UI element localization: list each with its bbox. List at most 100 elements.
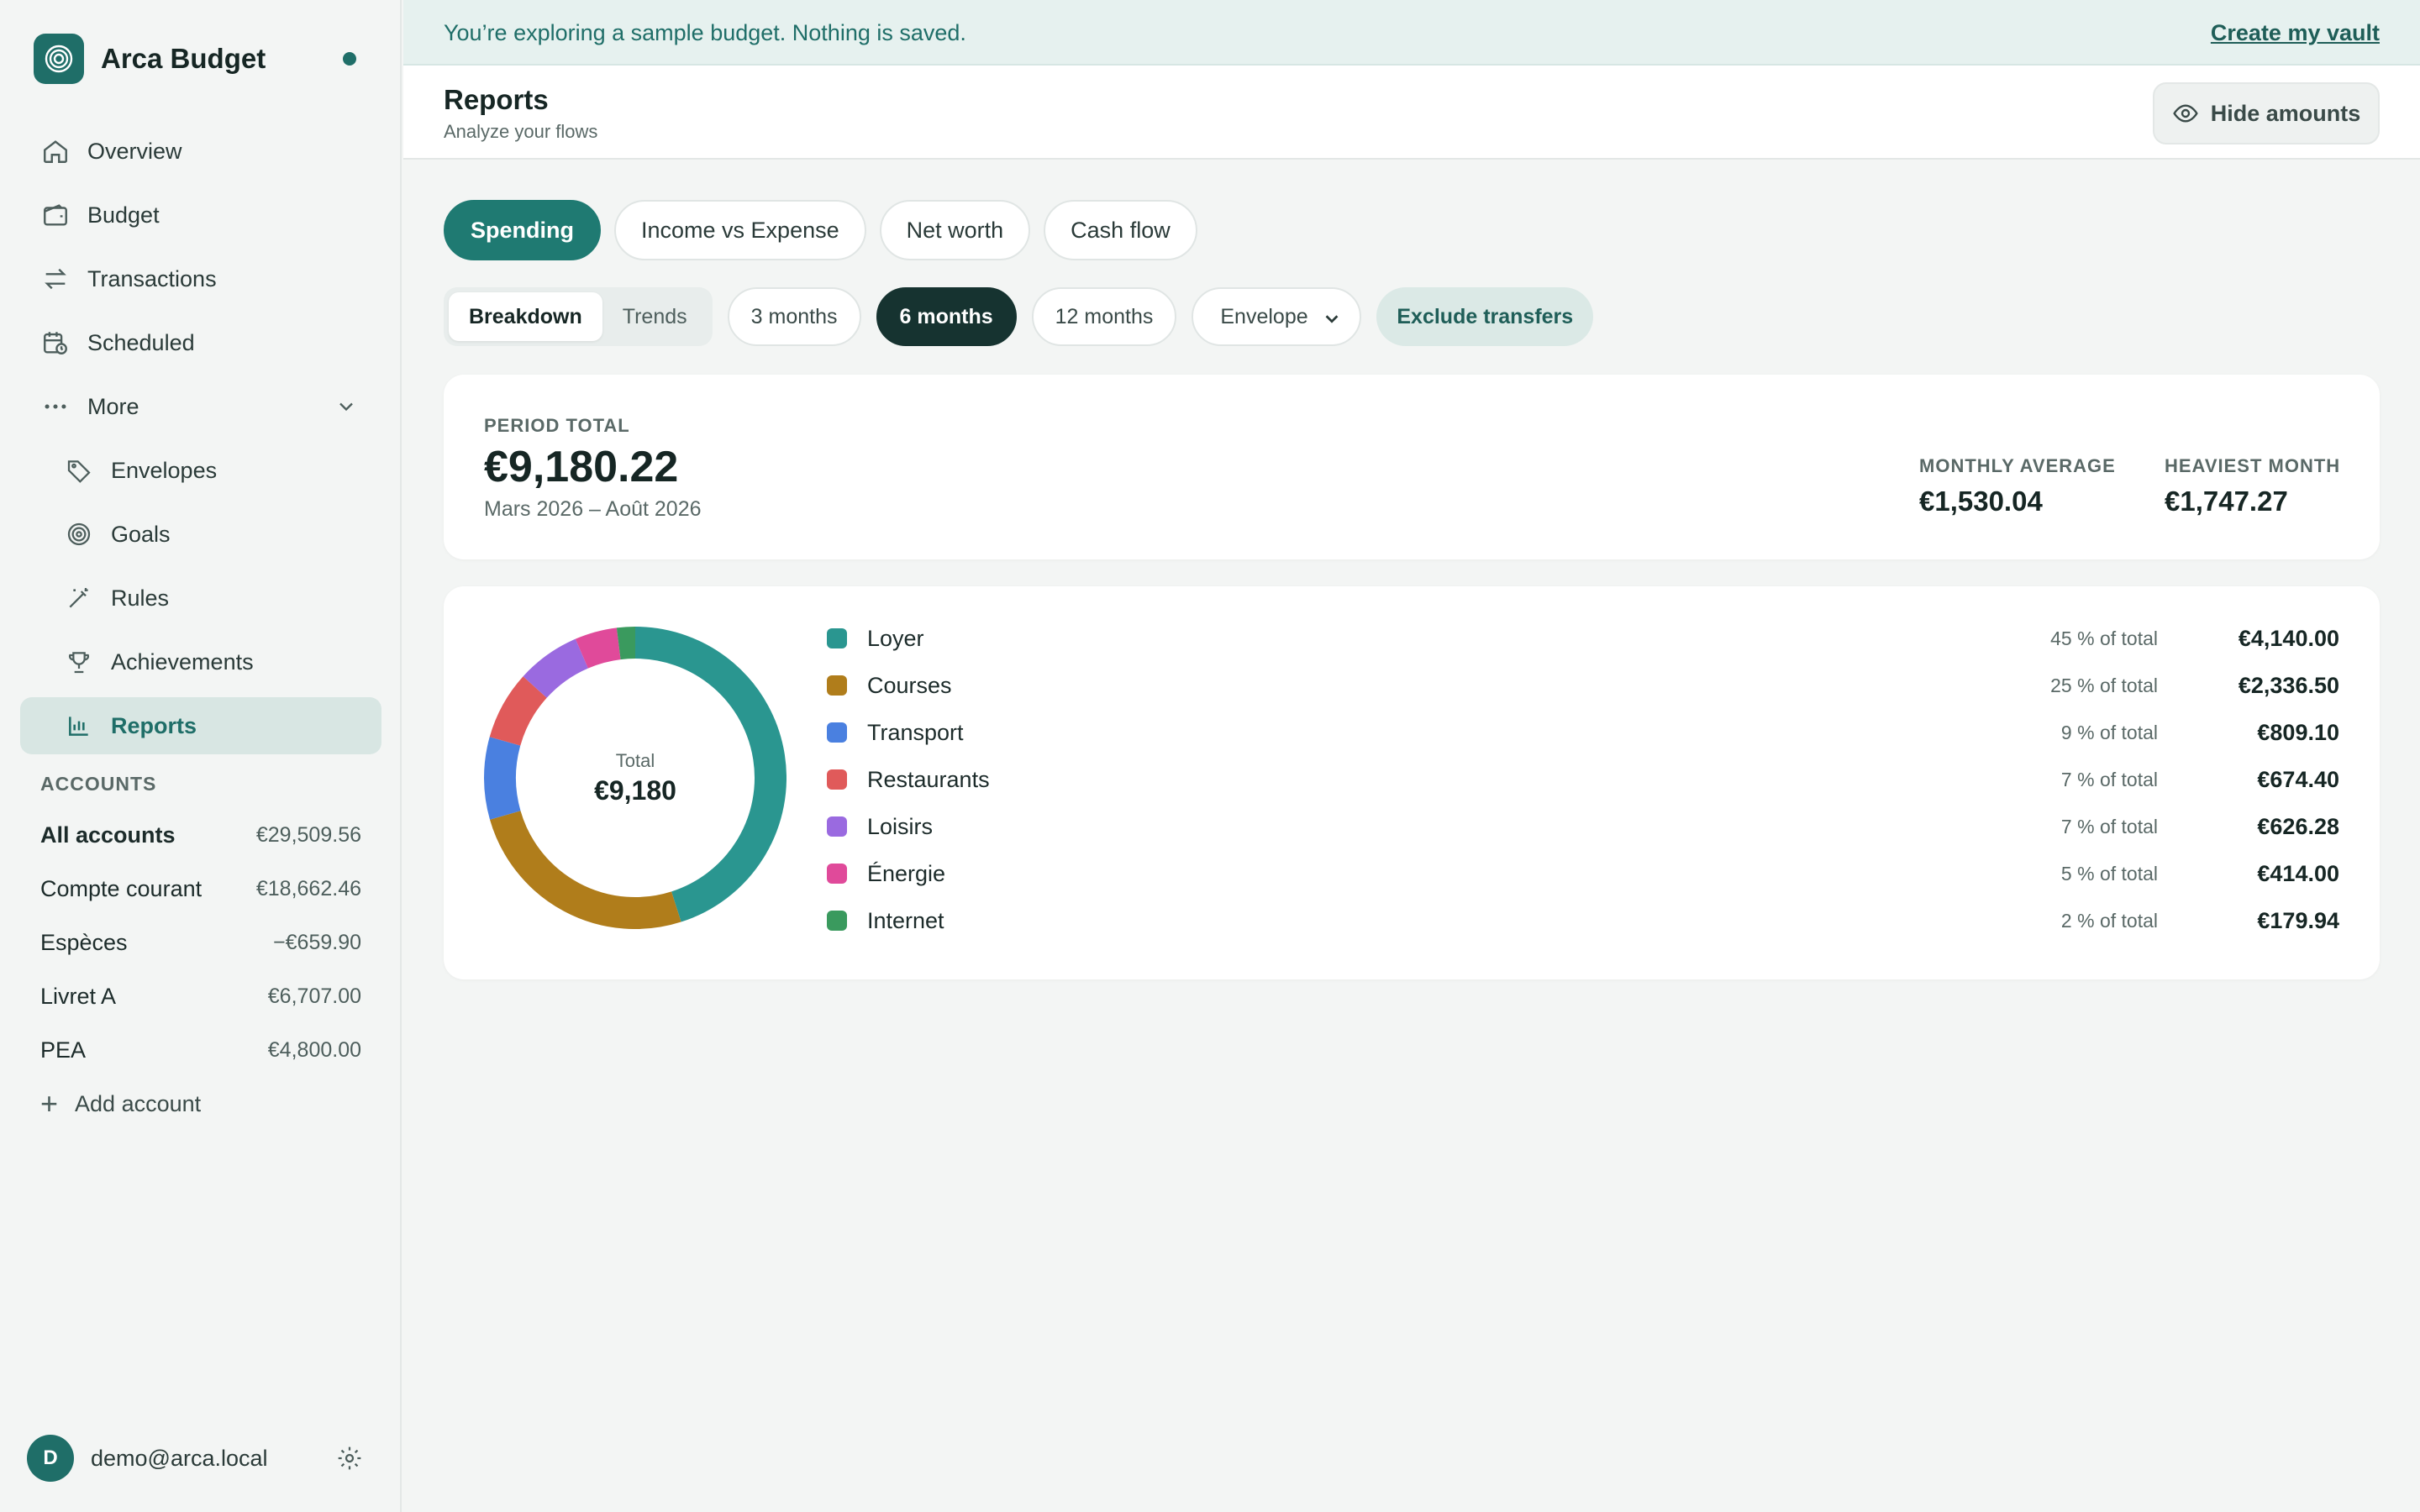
hide-amounts-button[interactable]: Hide amounts xyxy=(2153,82,2380,144)
sidebar-item-label: Transactions xyxy=(87,265,217,291)
add-account-label: Add account xyxy=(75,1090,202,1116)
range-12-months[interactable]: 12 months xyxy=(1031,287,1177,346)
legend-percent: 5 % of total xyxy=(2060,862,2158,885)
more-dots-icon xyxy=(40,391,71,422)
account-name: Espèces xyxy=(40,929,128,955)
tab-net-worth[interactable]: Net worth xyxy=(879,200,1031,260)
period-range: Mars 2026 – Août 2026 xyxy=(484,497,702,521)
range-6-months[interactable]: 6 months xyxy=(876,287,1017,346)
account-name: Livret A xyxy=(40,983,117,1009)
hide-amounts-label: Hide amounts xyxy=(2210,100,2361,126)
donut-center-label: Total xyxy=(615,749,655,771)
legend-swatch xyxy=(827,816,847,837)
legend-name: Courses xyxy=(867,672,952,698)
legend-amount: €179.94 xyxy=(2257,907,2339,933)
sidebar-item-budget[interactable]: Budget xyxy=(20,186,381,244)
accounts-list: All accounts €29,509.56 Compte courant €… xyxy=(40,808,361,1131)
view-toggle: Breakdown Trends xyxy=(444,287,713,346)
legend-amount: €4,140.00 xyxy=(2238,625,2339,651)
legend-percent: 2 % of total xyxy=(2060,909,2158,932)
sidebar-item-label: Goals xyxy=(111,521,171,547)
account-row[interactable]: PEA €4,800.00 xyxy=(40,1023,361,1077)
sidebar-item-label: More xyxy=(87,393,139,419)
app-name: Arca Budget xyxy=(101,43,266,74)
sidebar-nav: Overview Budget Transactions Scheduled M… xyxy=(20,123,381,761)
create-vault-link[interactable]: Create my vault xyxy=(2211,20,2380,46)
gear-icon[interactable] xyxy=(336,1445,363,1472)
legend-row[interactable]: Transport 9 % of total €809.10 xyxy=(827,709,2339,756)
sidebar-item-goals[interactable]: Goals xyxy=(20,506,381,563)
view-breakdown-button[interactable]: Breakdown xyxy=(449,292,602,341)
legend-swatch xyxy=(827,769,847,790)
legend-amount: €2,336.50 xyxy=(2238,672,2339,698)
account-name: Compte courant xyxy=(40,875,203,901)
app-logo-icon xyxy=(34,34,84,84)
view-trends-button[interactable]: Trends xyxy=(602,292,708,341)
legend-swatch xyxy=(827,628,847,648)
calendar-clock-icon xyxy=(40,328,71,358)
legend-amount: €414.00 xyxy=(2257,860,2339,886)
account-row[interactable]: Compte courant €18,662.46 xyxy=(40,862,361,916)
plus-icon: + xyxy=(40,1086,59,1121)
home-icon xyxy=(40,136,71,166)
heaviest-month-block: HEAVIEST MONTH €1,747.27 xyxy=(2165,455,2340,517)
tab-spending[interactable]: Spending xyxy=(444,200,601,260)
legend-amount: €809.10 xyxy=(2257,719,2339,745)
legend-row[interactable]: Loyer 45 % of total €4,140.00 xyxy=(827,615,2339,662)
sidebar-item-envelopes[interactable]: Envelopes xyxy=(20,442,381,499)
sidebar-item-label: Envelopes xyxy=(111,457,218,483)
account-balance: €4,800.00 xyxy=(267,1037,361,1062)
legend-name: Énergie xyxy=(867,860,946,886)
legend-row[interactable]: Internet 2 % of total €179.94 xyxy=(827,897,2339,944)
eye-icon xyxy=(2172,100,2199,127)
user-email: demo@arca.local xyxy=(91,1445,268,1471)
account-row-all[interactable]: All accounts €29,509.56 xyxy=(40,808,361,862)
legend-swatch xyxy=(827,911,847,931)
heaviest-month-value: €1,747.27 xyxy=(2165,486,2288,517)
chevron-down-icon xyxy=(1323,309,1341,328)
monthly-average-label: MONTHLY AVERAGE xyxy=(1919,455,2116,476)
period-total-value: €9,180.22 xyxy=(484,443,679,491)
add-account-button[interactable]: + Add account xyxy=(40,1077,361,1131)
sidebar-item-reports[interactable]: Reports xyxy=(20,697,381,754)
legend-row[interactable]: Loisirs 7 % of total €626.28 xyxy=(827,803,2339,850)
sidebar-item-scheduled[interactable]: Scheduled xyxy=(20,314,381,371)
avatar: D xyxy=(27,1435,74,1482)
donut-center: Total €9,180 xyxy=(484,627,786,929)
legend-name: Loyer xyxy=(867,625,924,651)
bar-chart-icon xyxy=(64,711,94,741)
legend-percent: 7 % of total xyxy=(2060,768,2158,790)
legend-row[interactable]: Courses 25 % of total €2,336.50 xyxy=(827,662,2339,709)
legend-name: Transport xyxy=(867,719,964,745)
target-icon xyxy=(64,519,94,549)
sidebar-item-transactions[interactable]: Transactions xyxy=(20,250,381,307)
account-row[interactable]: Espèces −€659.90 xyxy=(40,916,361,969)
account-row[interactable]: Livret A €6,707.00 xyxy=(40,969,361,1023)
legend-name: Loisirs xyxy=(867,813,934,839)
period-total-label: PERIOD TOTAL xyxy=(484,415,630,436)
monthly-average-value: €1,530.04 xyxy=(1919,486,2043,517)
sidebar-item-rules[interactable]: Rules xyxy=(20,570,381,627)
sidebar-item-overview[interactable]: Overview xyxy=(20,123,381,180)
user-profile[interactable]: D demo@arca.local xyxy=(27,1435,363,1482)
legend-swatch xyxy=(827,864,847,884)
monthly-average-block: MONTHLY AVERAGE €1,530.04 xyxy=(1919,455,2116,517)
tab-cash-flow[interactable]: Cash flow xyxy=(1044,200,1197,260)
range-3-months[interactable]: 3 months xyxy=(727,287,861,346)
sidebar-item-more[interactable]: More xyxy=(20,378,381,435)
page-header: Reports Analyze your flows Hide amounts xyxy=(403,66,2420,160)
exclude-transfers-toggle[interactable]: Exclude transfers xyxy=(1376,287,1594,346)
tab-income-vs-expense[interactable]: Income vs Expense xyxy=(614,200,866,260)
breakdown-card: Total €9,180 Loyer 45 % of total €4,140.… xyxy=(444,586,2380,979)
brand[interactable]: Arca Budget xyxy=(34,34,370,84)
group-by-select[interactable]: Envelope xyxy=(1192,287,1362,346)
legend-row[interactable]: Énergie 5 % of total €414.00 xyxy=(827,850,2339,897)
sidebar-item-label: Rules xyxy=(111,585,170,611)
legend-percent: 7 % of total xyxy=(2060,815,2158,837)
legend-swatch xyxy=(827,675,847,696)
legend-row[interactable]: Restaurants 7 % of total €674.40 xyxy=(827,756,2339,803)
legend-amount: €626.28 xyxy=(2257,813,2339,839)
sidebar-item-achievements[interactable]: Achievements xyxy=(20,633,381,690)
tag-icon xyxy=(64,455,94,486)
magic-wand-icon xyxy=(64,583,94,613)
